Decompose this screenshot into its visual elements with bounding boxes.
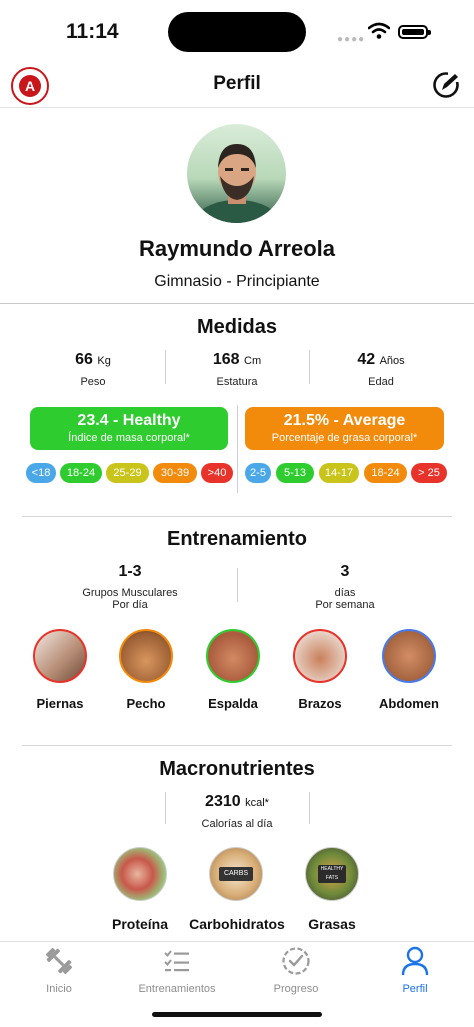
training-title: Entrenamiento: [166, 528, 308, 550]
calories-separator: [165, 792, 166, 824]
home-indicator[interactable]: [152, 1012, 322, 1017]
stat-height-value: 168: [212, 351, 240, 368]
profile-name: Raymundo Arreola: [138, 236, 335, 261]
training-groups-value: 1-3: [118, 563, 142, 580]
tab-perfil[interactable]: Perfil: [356, 945, 474, 995]
status-time: 11:14: [66, 20, 119, 43]
page-title: Perfil: [213, 73, 261, 94]
muscle-legs-image[interactable]: [33, 629, 87, 683]
bmi-range-chip: 30-39: [153, 463, 197, 483]
header-divider: [0, 107, 474, 108]
macro-fats-sign: HEALTHY FATS: [318, 865, 346, 883]
bmi-range-chip: 25-29: [106, 463, 149, 483]
muscle-abs-image[interactable]: [382, 629, 436, 683]
training-days: 3 días Por semana: [275, 563, 415, 611]
body-fat-range-chip: 5-13: [276, 463, 314, 483]
tabbar-divider: [0, 941, 474, 942]
body-fat-label: Porcentaje de grasa corporal*: [271, 432, 418, 444]
stat-age-value: 42: [357, 351, 376, 368]
body-fat-range-chip: 18-24: [364, 463, 407, 483]
macro-protein-image[interactable]: [113, 847, 167, 901]
bmi-range-chip: 18-24: [60, 463, 102, 483]
training-days-value: 3: [340, 563, 350, 580]
tab-entrenamientos[interactable]: Entrenamientos: [118, 945, 236, 995]
muscle-chest-label: Pecho: [126, 696, 166, 711]
training-days-label: días: [334, 587, 356, 599]
body-fat-range-chip: > 25: [411, 463, 447, 483]
measures-title: Medidas: [196, 316, 278, 338]
macro-carbs-image[interactable]: CARBS: [209, 847, 263, 901]
bmi-range-chip: >40: [201, 463, 233, 483]
signal-icon: ●●●●: [337, 34, 366, 45]
macro-fats-image[interactable]: HEALTHY FATS: [305, 847, 359, 901]
section-divider: [22, 745, 452, 746]
tab-inicio-label: Inicio: [46, 983, 72, 995]
training-days-sublabel: Por semana: [315, 599, 375, 611]
muscle-arms-label: Brazos: [298, 696, 342, 711]
stat-height: 168 Cm Estatura: [172, 351, 302, 388]
stat-age: 42 Años Edad: [316, 351, 446, 388]
stat-separator: [165, 350, 166, 384]
stat-height-unit: Cm: [244, 355, 262, 367]
avatar-illustration: [195, 144, 279, 223]
muscle-back-label: Espalda: [208, 696, 258, 711]
macro-protein-label: Proteína: [111, 916, 168, 932]
macro-carbs-sign: CARBS: [219, 867, 253, 881]
muscle-chest-image[interactable]: [119, 629, 173, 683]
stat-age-unit: Años: [379, 355, 405, 367]
calories: 2310 kcal* Calorías al día: [172, 793, 302, 830]
body-fat-range-chip: 2-5: [245, 463, 271, 483]
body-fat-value: 21.5% - Average: [283, 412, 406, 429]
bmi-value: 23.4 - Healthy: [77, 412, 181, 429]
section-divider: [0, 303, 474, 304]
calories-unit: kcal*: [245, 797, 269, 809]
tab-progreso-label: Progreso: [273, 983, 319, 995]
stat-weight-value: 66: [75, 351, 93, 368]
profile-subtitle: Gimnasio - Principiante: [154, 273, 320, 290]
battery-icon: [398, 25, 431, 39]
tab-inicio[interactable]: Inicio: [0, 945, 118, 995]
body-fat-card[interactable]: 21.5% - Average Porcentaje de grasa corp…: [245, 407, 444, 450]
section-divider: [22, 516, 452, 517]
checklist-icon: [164, 950, 189, 972]
stat-weight-unit: Kg: [97, 355, 111, 367]
stat-weight-label: Peso: [80, 376, 106, 388]
edit-icon[interactable]: [432, 70, 462, 100]
macro-fats-label: Grasas: [308, 916, 356, 932]
stat-weight: 66 Kg Peso: [28, 351, 158, 388]
person-icon: [401, 946, 429, 976]
wifi-icon: [368, 22, 390, 39]
training-groups: 1-3 Grupos Musculares Por día: [60, 563, 200, 611]
bmi-label: Índice de masa corporal*: [68, 432, 190, 444]
calories-value: 2310: [205, 793, 241, 810]
training-separator: [237, 568, 238, 602]
calories-separator: [309, 792, 310, 824]
training-groups-label: Grupos Musculares: [82, 587, 178, 599]
dynamic-island: [168, 12, 306, 52]
macros-title: Macronutrientes: [159, 758, 315, 780]
training-groups-sublabel: Por día: [112, 599, 148, 611]
cards-separator: [237, 405, 238, 493]
macro-carbs-label: Carbohidratos: [189, 916, 285, 932]
tab-progreso[interactable]: Progreso: [237, 945, 355, 995]
bmi-range-chip: <18: [26, 463, 56, 483]
calories-label: Calorías al día: [201, 818, 273, 830]
stat-separator: [309, 350, 310, 384]
muscle-abs-label: Abdomen: [379, 696, 439, 711]
body-fat-range-chip: 14-17: [319, 463, 359, 483]
muscle-legs-label: Piernas: [36, 696, 84, 711]
stat-age-label: Edad: [368, 376, 394, 388]
tab-perfil-label: Perfil: [402, 983, 428, 995]
stat-height-label: Estatura: [216, 376, 258, 388]
avatar[interactable]: [187, 124, 286, 223]
bmi-card[interactable]: 23.4 - Healthy Índice de masa corporal*: [30, 407, 228, 450]
muscle-arms-image[interactable]: [293, 629, 347, 683]
muscle-back-image[interactable]: [206, 629, 260, 683]
progress-check-icon: [282, 947, 310, 975]
tab-entrenamientos-label: Entrenamientos: [138, 983, 216, 995]
dumbbell-icon: [45, 947, 73, 975]
